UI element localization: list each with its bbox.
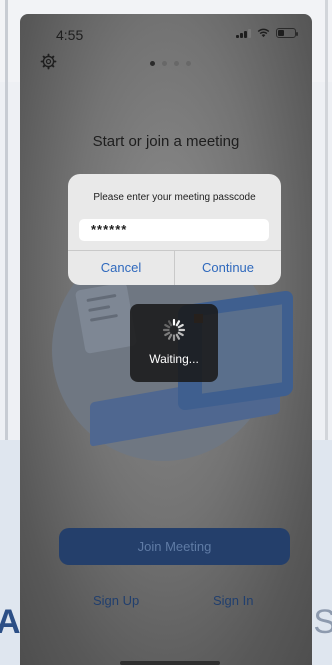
spinner-icon (162, 318, 186, 342)
passcode-input[interactable]: ****** (79, 219, 269, 241)
gear-icon[interactable] (40, 53, 57, 70)
page-dot (150, 61, 155, 66)
passcode-dialog: Please enter your meeting passcode *****… (68, 174, 281, 285)
sign-up-link[interactable]: Sign Up (93, 593, 139, 608)
background-text-right: S (313, 603, 332, 641)
wifi-icon (257, 28, 270, 38)
continue-button[interactable]: Continue (175, 251, 281, 285)
page-indicator (150, 61, 191, 66)
signal-icon (236, 28, 251, 38)
status-icons (236, 28, 298, 38)
join-meeting-button[interactable]: Join Meeting (59, 528, 290, 565)
waiting-overlay: Waiting... (130, 304, 218, 382)
page-title: Start or join a meeting (92, 133, 240, 150)
battery-icon (276, 28, 298, 38)
dialog-message: Please enter your meeting passcode (93, 192, 256, 203)
cancel-button[interactable]: Cancel (68, 251, 174, 285)
status-time: 4:55 (56, 27, 84, 43)
illustration-document (74, 281, 138, 355)
phone-screen: 4:55 Start or join a meeting Please ente… (20, 14, 312, 665)
page-dot (174, 61, 179, 66)
page-dot (186, 61, 191, 66)
waiting-label: Waiting... (149, 352, 199, 366)
page-dot (162, 61, 167, 66)
home-indicator (120, 661, 220, 665)
sign-in-link[interactable]: Sign In (213, 593, 253, 608)
